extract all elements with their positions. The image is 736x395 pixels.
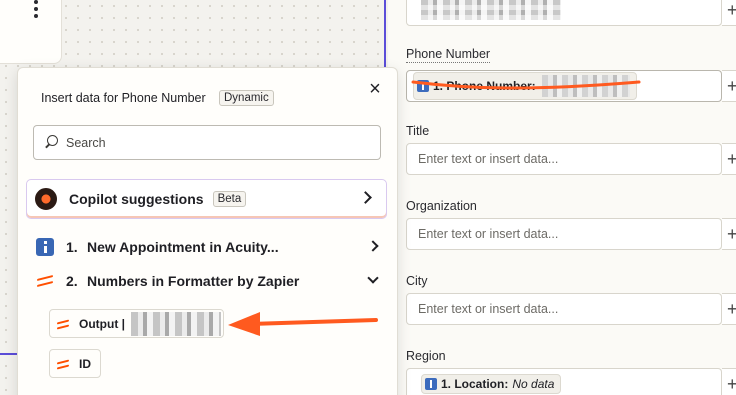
step-row-acuity[interactable]: 1. New Appointment in Acuity... [36, 235, 381, 259]
redacted-value [421, 0, 561, 20]
phone-number-label: Phone Number [406, 47, 491, 63]
step-row-formatter[interactable]: 2. Numbers in Formatter by Zapier [36, 269, 381, 293]
redacted-value [131, 311, 222, 336]
annotation-strike [411, 80, 641, 90]
chevron-right-icon [367, 240, 379, 252]
canvas-step-card[interactable] [0, 0, 62, 64]
insert-data-button[interactable]: + [722, 70, 736, 102]
step-number: 2. [66, 273, 78, 289]
region-pill-value: No data [512, 377, 555, 391]
region-label: Region [406, 349, 446, 363]
search-input[interactable]: Search [33, 125, 381, 160]
formatter-icon [36, 272, 54, 290]
region-input[interactable]: 1. Location: No data [406, 368, 722, 395]
title-label: Title [406, 124, 430, 138]
city-input[interactable]: Enter text or insert data... [406, 293, 722, 325]
annotation-arrow [228, 312, 378, 336]
popup-title: Insert data for Phone Number [41, 91, 206, 105]
step-label: New Appointment in Acuity... [87, 239, 279, 255]
output-field-pill[interactable]: Output | [49, 309, 224, 338]
region-pill[interactable]: 1. Location: No data [421, 374, 562, 394]
action-fields-panel: + Phone Number 1. Phone Number: + Title … [388, 0, 736, 395]
step-number: 1. [66, 239, 78, 255]
acuity-step-icon [425, 378, 437, 390]
city-label: City [406, 274, 428, 288]
organization-input[interactable]: Enter text or insert data... [406, 218, 722, 250]
organization-label: Organization [406, 199, 477, 213]
more-options-icon[interactable] [28, 0, 44, 18]
insert-data-button[interactable]: + [722, 218, 736, 250]
previous-field-input[interactable] [406, 0, 722, 26]
search-placeholder: Search [66, 135, 106, 150]
id-label: ID [79, 356, 91, 371]
close-icon[interactable]: × [366, 79, 384, 99]
copilot-label: Copilot suggestions [69, 191, 204, 207]
chevron-right-icon [359, 191, 372, 204]
dynamic-tag: Dynamic [219, 90, 274, 106]
insert-data-button[interactable]: + [722, 368, 736, 395]
insert-data-popup: Insert data for Phone Number Dynamic × S… [17, 67, 398, 395]
region-pill-label: 1. Location: [441, 377, 509, 391]
copilot-suggestions-button[interactable]: Copilot suggestions Beta [26, 179, 387, 219]
insert-data-button[interactable]: + [722, 293, 736, 325]
formatter-icon [56, 357, 70, 371]
copilot-icon [35, 188, 57, 210]
output-label: Output | [79, 316, 126, 331]
id-field-pill[interactable]: ID [49, 349, 101, 378]
acuity-icon [36, 238, 54, 256]
search-icon [44, 135, 59, 150]
step-label: Numbers in Formatter by Zapier [87, 273, 300, 289]
insert-data-button[interactable]: + [722, 0, 736, 26]
title-input[interactable]: Enter text or insert data... [406, 143, 722, 175]
beta-badge: Beta [212, 191, 247, 207]
chevron-down-icon [367, 272, 379, 284]
formatter-icon [56, 317, 70, 331]
insert-data-button[interactable]: + [722, 143, 736, 175]
